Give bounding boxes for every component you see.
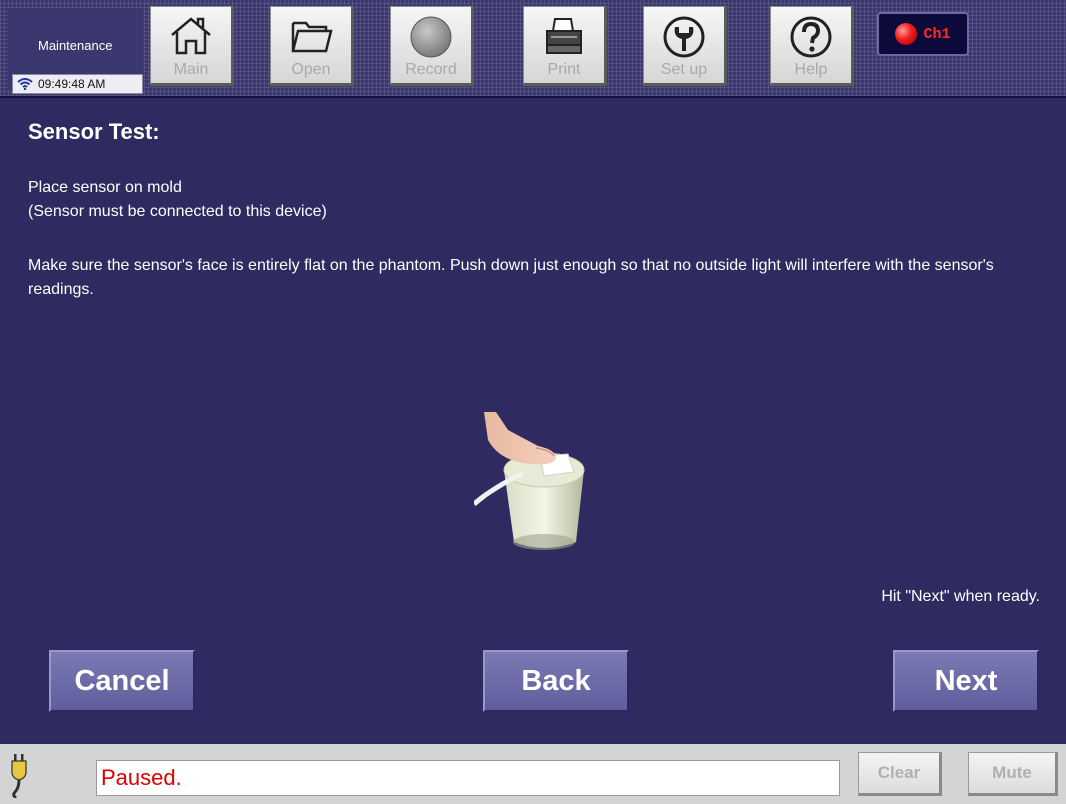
back-button[interactable]: Back [483,650,629,712]
mode-label: Maintenance [38,38,113,53]
sensor-on-mold-illustration [474,412,585,550]
status-box: Maintenance 09:49:48 AM [8,8,143,94]
open-label: Open [291,61,331,78]
wifi-icon [17,78,33,90]
setup-button[interactable]: Set up [643,6,727,86]
instruction-detail: Make sure the sensor's face is entirely … [28,257,994,298]
print-button[interactable]: Print [523,6,607,86]
clear-button[interactable]: Clear [858,752,942,796]
status-bar: Paused. Clear Mute [0,742,1066,804]
main-label: Main [173,61,209,78]
help-button[interactable]: Help [770,6,854,86]
cancel-button[interactable]: Cancel [49,650,195,712]
folder-icon [291,21,333,53]
printer-icon [546,18,582,54]
record-label: Record [405,61,457,78]
home-icon [171,17,211,55]
main-button[interactable]: Main [150,6,234,86]
page-title: Sensor Test: [28,119,160,144]
wrench-icon [663,16,705,58]
help-label: Help [794,61,828,78]
instruction-text: Place sensor on mold [28,179,182,196]
status-message: Paused. [96,760,840,796]
setup-label: Set up [660,61,708,78]
main-content: Sensor Test: Place sensor on mold (Senso… [0,100,1066,740]
mute-button[interactable]: Mute [968,752,1058,796]
next-button[interactable]: Next [893,650,1039,712]
toolbar: Maintenance 09:49:48 AM Main Open Record… [0,0,1066,98]
open-button[interactable]: Open [270,6,354,86]
channel-status-indicator [895,23,918,45]
clock-text: 09:49:48 AM [38,77,106,91]
channel-label: Ch1 [923,25,951,43]
ready-hint: Hit "Next" when ready. [881,588,1040,605]
record-icon [410,16,452,58]
clock-row: 09:49:48 AM [12,74,143,94]
channel-badge[interactable]: Ch1 [877,12,969,56]
instruction-note: (Sensor must be connected to this device… [28,203,327,220]
record-button[interactable]: Record [390,6,474,86]
plug-icon [11,754,27,798]
print-label: Print [547,61,581,78]
help-icon [790,16,832,58]
